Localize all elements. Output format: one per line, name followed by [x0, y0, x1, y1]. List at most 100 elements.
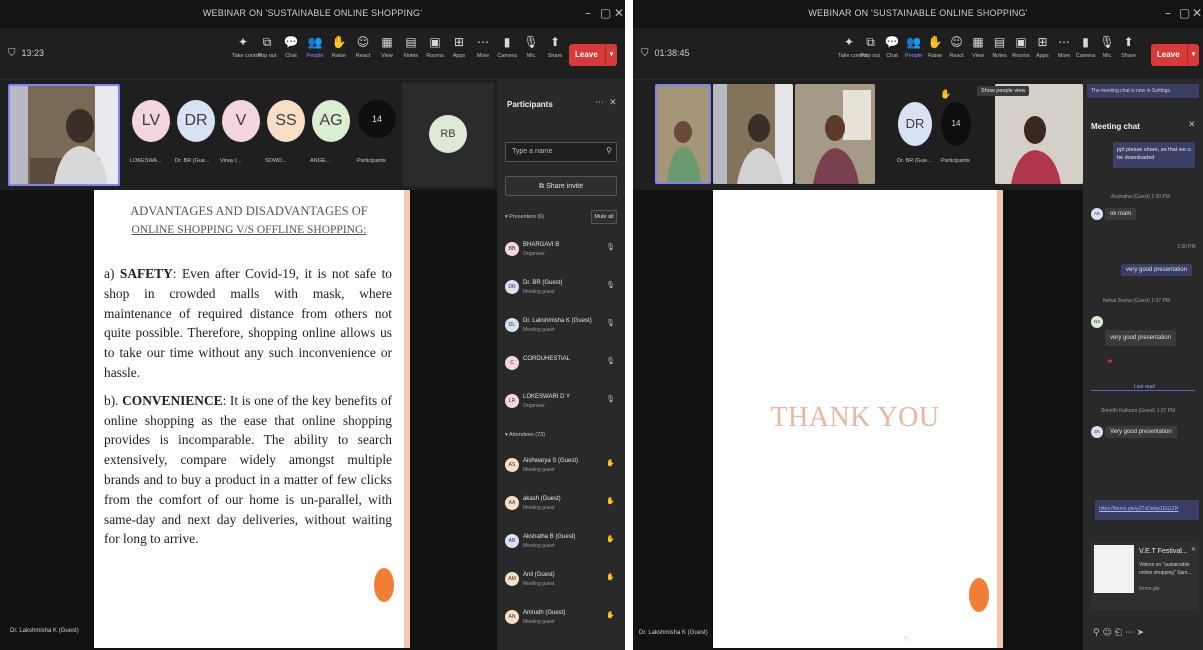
toolbar-button-share[interactable]: ⬆ Share	[544, 34, 566, 59]
close-panel-icon[interactable]: ✕	[609, 98, 617, 108]
toolbar-button-rooms[interactable]: ▣ Rooms	[424, 34, 446, 59]
leave-button[interactable]: Leave ▾	[569, 44, 617, 66]
shield-icon: ⛉	[8, 48, 16, 59]
mute-all-button[interactable]: Mute all	[591, 210, 617, 224]
mic-icon[interactable]: 🎙	[606, 357, 615, 365]
raise-hand-icon[interactable]: ✋	[606, 535, 615, 543]
avatar-ss[interactable]: SS	[267, 100, 305, 142]
attendees-section-header[interactable]: ▾ Attendees (73)	[505, 432, 545, 438]
participant-video-2[interactable]	[713, 84, 793, 184]
close-icon[interactable]: ✕	[1192, 6, 1202, 20]
share-invite-button[interactable]: ⧉ Share invite	[505, 176, 617, 196]
chevron-down-icon[interactable]: ▾	[1187, 44, 1199, 66]
toolbar-button-mic[interactable]: 🎙 Mic	[1096, 34, 1118, 59]
participant-row[interactable]: BB BHARGAVI B Organizer 🎙	[505, 238, 615, 264]
participant-video-4[interactable]	[995, 84, 1083, 184]
chat-link-message[interactable]: https://forms.gle/yZTvDwbp1Eq1ZR	[1095, 500, 1199, 520]
react-icon: ☺	[950, 35, 963, 49]
raise-hand-icon[interactable]: ✋	[606, 497, 615, 505]
participant-row[interactable]: LR LOKESWARI D Y Organizer 🎙	[505, 390, 615, 416]
toolbar-button-notes[interactable]: ▤ Notes	[400, 34, 422, 59]
mic-icon[interactable]: 🎙	[606, 319, 615, 327]
avatar-dr[interactable]: DR	[898, 102, 932, 146]
participant-video-3[interactable]	[795, 84, 875, 184]
toolbar-button-raise[interactable]: ✋ Raise	[328, 34, 350, 59]
speaker-video[interactable]	[8, 84, 120, 186]
participant-row[interactable]: AM Anil (Guest) Meeting guest ✋	[505, 568, 615, 594]
close-panel-icon[interactable]: ✕	[1188, 120, 1196, 130]
presentation-slide: ADVANTAGES AND DISADVANTAGES OF ONLINE S…	[94, 190, 410, 648]
mic-icon[interactable]: 🎙	[606, 243, 615, 251]
minimize-icon[interactable]: –	[1165, 6, 1171, 20]
toolbar-button-pop-out[interactable]: ⧉ Pop out	[860, 34, 882, 59]
toolbar-button-people[interactable]: 👥 People	[903, 34, 925, 59]
avatar-dr[interactable]: DR	[177, 100, 215, 142]
toolbar-button-chat[interactable]: 💬 Chat	[881, 34, 903, 59]
link-preview-domain: forms.gle	[1139, 586, 1160, 592]
right-meeting-window: WEBINAR ON 'SUSTAINABLE ONLINE SHOPPING'…	[633, 0, 1203, 650]
chat-settings-banner[interactable]: The meeting chat is now in Settings	[1087, 84, 1199, 98]
close-icon[interactable]: ✕	[614, 6, 624, 20]
toolbar-label: View	[381, 53, 393, 59]
toolbar-button-react[interactable]: ☺ React	[352, 34, 374, 59]
toolbar-button-rooms[interactable]: ▣ Rooms	[1010, 34, 1032, 59]
toolbar-button-mic[interactable]: 🎙 Mic	[520, 34, 542, 59]
toolbar-button-pop-out[interactable]: ⧉ Pop out	[256, 34, 278, 59]
participant-row[interactable]: AA akash (Guest) Meeting guest ✋	[505, 492, 615, 518]
compose-toolbar[interactable]: ⚲ ☺ ⎗ ⋯ ➤	[1093, 628, 1144, 638]
apps-icon: ⊞	[453, 35, 465, 49]
raise-hand-icon[interactable]: ✋	[606, 611, 615, 619]
maximize-icon[interactable]: ▢	[1179, 6, 1190, 20]
participant-row[interactable]: AN Anirudh (Guest) Meeting guest ✋	[505, 606, 615, 632]
chevron-down-icon[interactable]: ▾	[605, 44, 617, 66]
toolbar-button-apps[interactable]: ⊞ Apps	[1032, 34, 1054, 59]
toolbar-button-take-control[interactable]: ✦ Take control	[838, 34, 868, 59]
avatar-lv[interactable]: LV	[132, 100, 170, 142]
mic-icon[interactable]: 🎙	[606, 281, 615, 289]
leave-button[interactable]: Leave ▾	[1151, 44, 1199, 66]
toolbar-label: Take control	[232, 53, 262, 59]
raise-hand-icon[interactable]: ✋	[606, 459, 615, 467]
share-icon: ⬆	[549, 35, 561, 49]
toolbar-button-camera[interactable]: ▮ Camera	[1075, 34, 1097, 59]
participant-video-1[interactable]	[655, 84, 711, 184]
toolbar-button-view[interactable]: ▦ View	[376, 34, 398, 59]
presenters-section-header[interactable]: ▾ Presenters (6)	[505, 214, 544, 220]
participant-search-input[interactable]: Type a name ⚲	[505, 142, 617, 162]
participant-tile-rb[interactable]: RB	[402, 83, 494, 187]
toolbar-button-camera[interactable]: ▮ Camera	[496, 34, 518, 59]
avatar-v[interactable]: V	[222, 100, 260, 142]
toolbar-button-chat[interactable]: 💬 Chat	[280, 34, 302, 59]
chat-message-4: Very good presentation	[1105, 426, 1177, 438]
participant-row[interactable]: C CORDUHESTIAL 🎙	[505, 352, 615, 378]
avatar-ag[interactable]: AG	[312, 100, 350, 142]
more-options-icon[interactable]: ⋯	[595, 98, 604, 108]
toolbar-button-share[interactable]: ⬆ Share	[1118, 34, 1140, 59]
toolbar-button-more[interactable]: ⋯ More	[472, 34, 494, 59]
toolbar-button-take-control[interactable]: ✦ Take control	[232, 34, 262, 59]
shared-screen-stage: ADVANTAGES AND DISADVANTAGES OF ONLINE S…	[0, 190, 497, 650]
maximize-icon[interactable]: ▢	[600, 6, 611, 20]
participant-label: LOKESWA...	[130, 158, 162, 164]
more-participants-label: Participants	[941, 158, 970, 164]
participant-row[interactable]: AB Akshatha B (Guest) Meeting guest ✋	[505, 530, 615, 556]
more-participants-avatar[interactable]: 14	[941, 102, 971, 146]
toolbar-button-more[interactable]: ⋯ More	[1053, 34, 1075, 59]
toolbar-button-react[interactable]: ☺ React	[946, 34, 968, 59]
link-preview-card[interactable]: V.E.T Festival... ✕ Videos on "sustainab…	[1091, 542, 1199, 610]
minimize-icon[interactable]: –	[585, 6, 591, 20]
video-strip: LV LOKESWA... DR Dr. BR (Gue... V Vinay (... S…	[0, 80, 497, 190]
mic-icon[interactable]: 🎙	[606, 395, 615, 403]
participant-row[interactable]: AS Aishwarya S (Guest) Meeting guest ✋	[505, 454, 615, 480]
participant-row[interactable]: DL Dr. Lakshmisha K (Guest) Meeting guest 🎙	[505, 314, 615, 340]
toolbar-button-apps[interactable]: ⊞ Apps	[448, 34, 470, 59]
toolbar-button-raise[interactable]: ✋ Raise	[924, 34, 946, 59]
toolbar-button-notes[interactable]: ▤ Notes	[989, 34, 1011, 59]
close-preview-icon[interactable]: ✕	[1191, 546, 1196, 553]
toolbar-button-people[interactable]: 👥 People	[304, 34, 326, 59]
toolbar-label: Apps	[452, 53, 466, 59]
raise-hand-icon[interactable]: ✋	[606, 573, 615, 581]
more-participants-avatar[interactable]: 14	[358, 100, 396, 138]
participant-row[interactable]: DR Dr. BR (Guest) Meeting guest 🎙	[505, 276, 615, 302]
toolbar-button-view[interactable]: ▦ View	[967, 34, 989, 59]
